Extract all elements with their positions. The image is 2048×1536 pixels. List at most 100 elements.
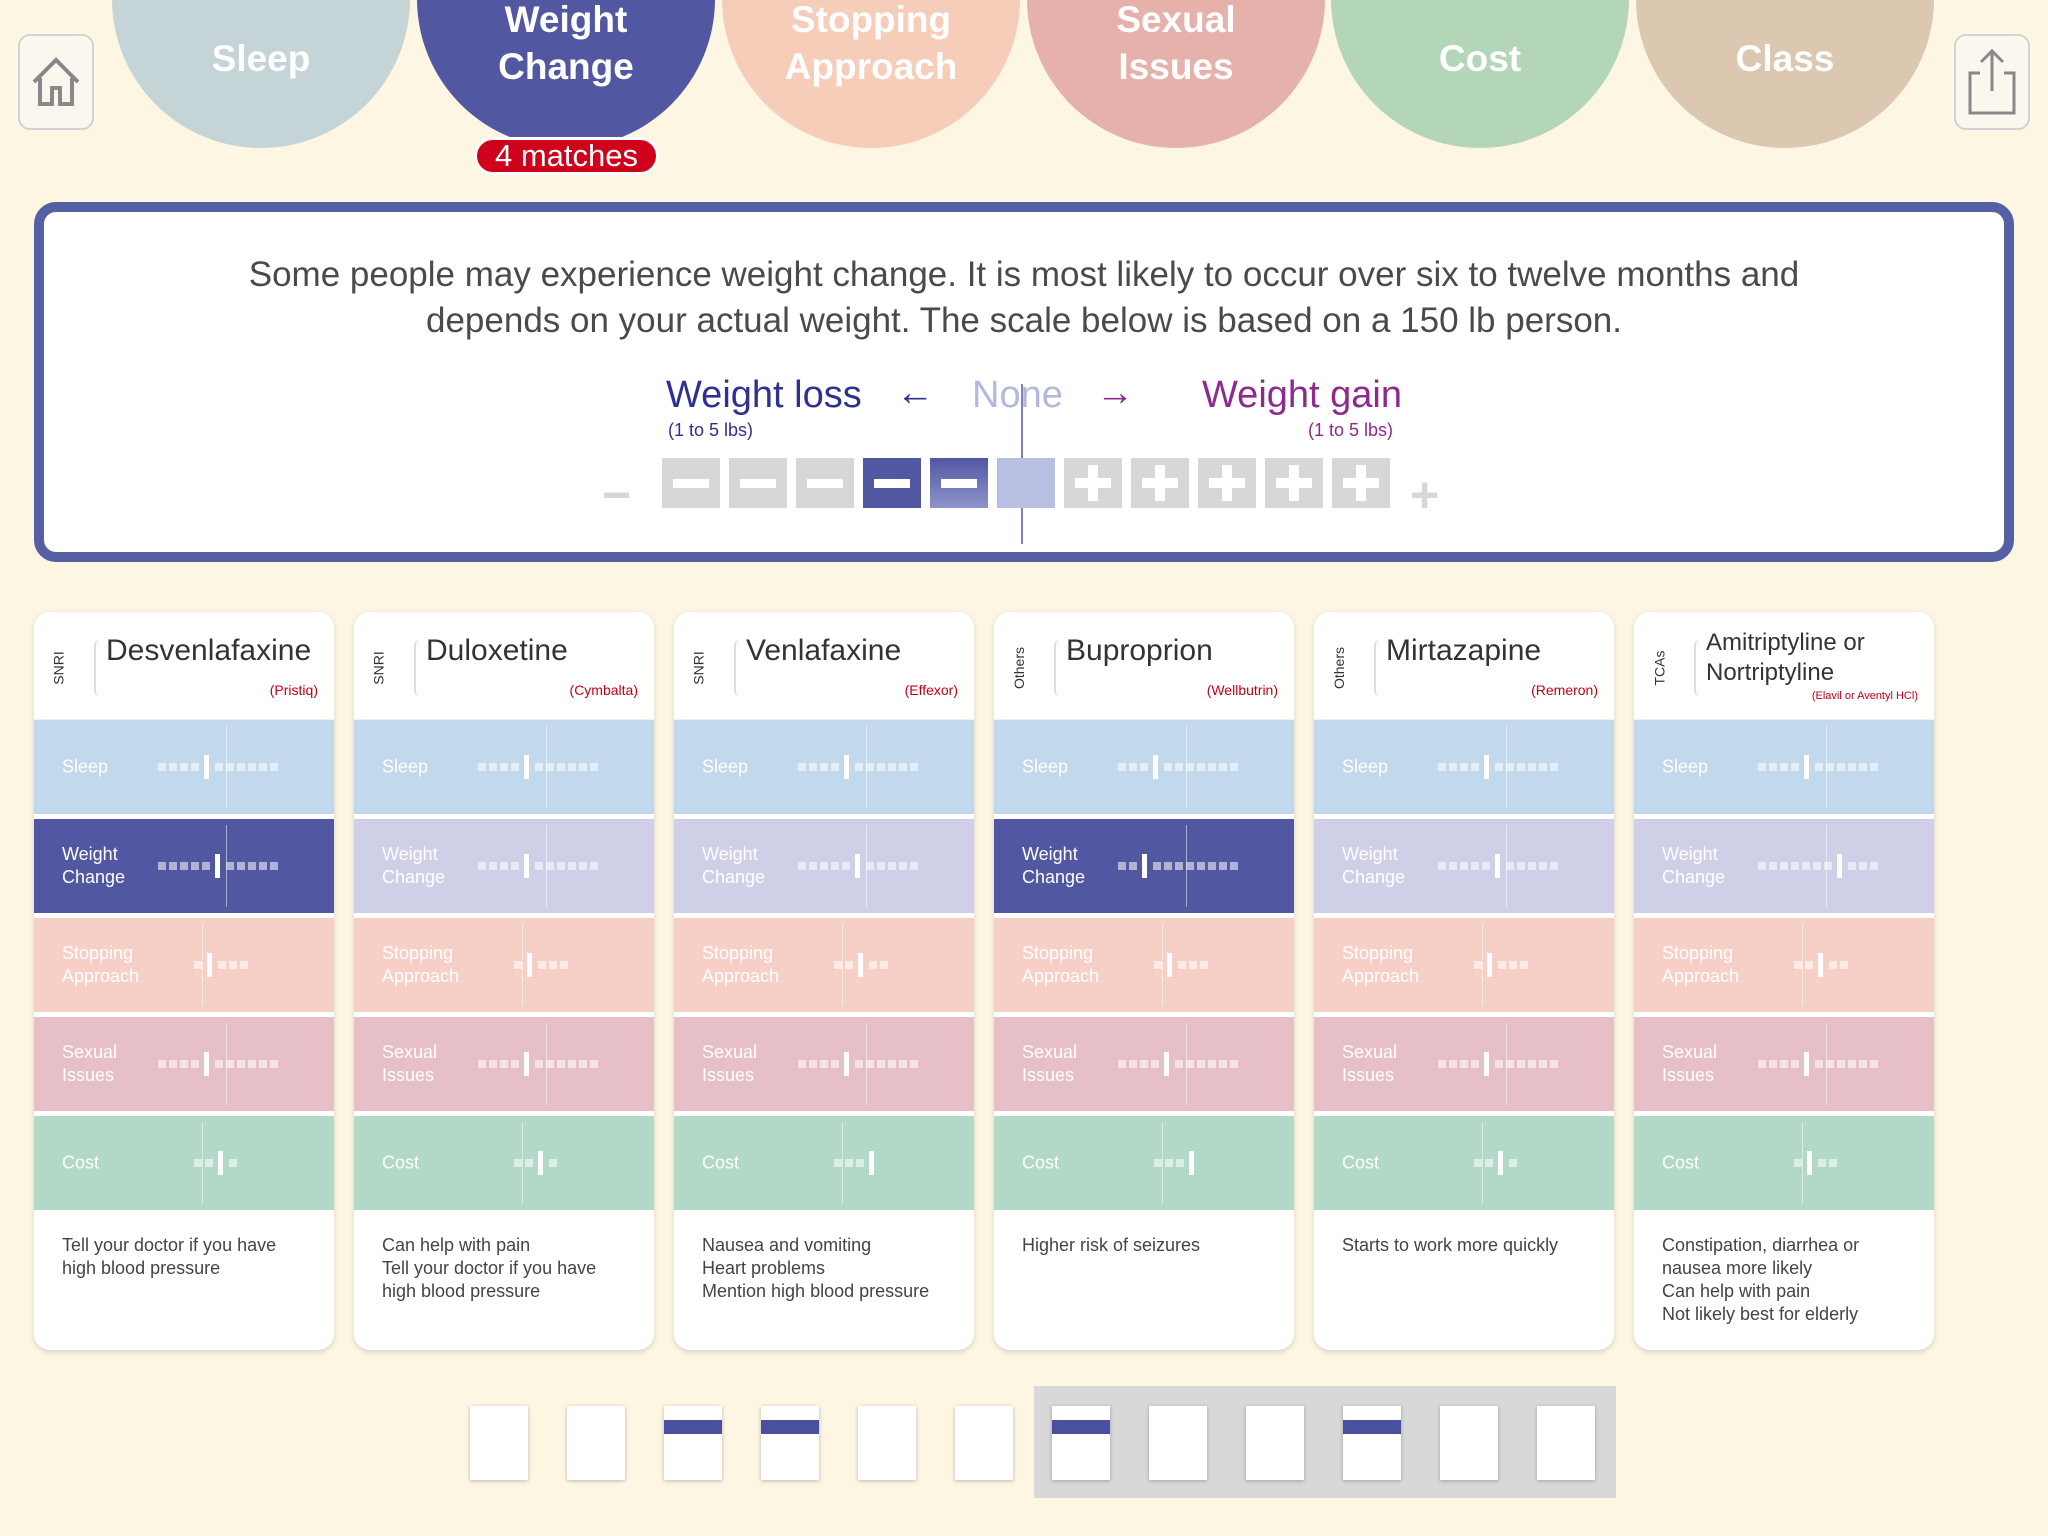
scale-dot (1474, 961, 1482, 969)
scale-dot (1528, 763, 1536, 771)
scale-marker (1818, 953, 1823, 977)
scale-dot (866, 862, 874, 870)
drug-class: SNRI (684, 638, 714, 698)
scale-center-line (1802, 924, 1803, 1006)
row-label-line1: Sexual (1022, 1042, 1078, 1062)
scale-dot (590, 1060, 598, 1068)
scale-dot (1438, 1060, 1446, 1068)
tab-sexual[interactable]: Sexual Issues (1027, 0, 1325, 148)
scale-marker (1167, 953, 1172, 977)
drug-card[interactable]: SNRI Desvenlafaxine (Pristiq) Sleep Weight Ch… (34, 612, 334, 1350)
tab-class[interactable]: Class (1636, 0, 1934, 148)
selector-slot[interactable] (1149, 1406, 1207, 1480)
scale-dot (1539, 862, 1547, 870)
scale-dot (1539, 763, 1547, 771)
slot-stripe (1343, 1420, 1401, 1434)
selector-slot[interactable] (567, 1406, 625, 1480)
scale-dot (549, 1159, 557, 1167)
mini-scale (1758, 1052, 1881, 1076)
scale-dot (910, 1060, 918, 1068)
tab-label-line2: Approach (784, 46, 958, 87)
drug-card[interactable]: SNRI Venlafaxine (Effexor) Sleep Weight Chang… (674, 612, 974, 1350)
selector-slot[interactable] (1440, 1406, 1498, 1480)
mini-scale (798, 755, 921, 779)
scale-dot (1859, 1060, 1867, 1068)
tab-stopping[interactable]: Stopping Approach (722, 0, 1020, 148)
brand-name: (Pristiq) (269, 682, 318, 698)
scale-dot (229, 1159, 237, 1167)
scale-dot (1449, 763, 1457, 771)
scale-dot (1178, 961, 1186, 969)
scale-center-line (866, 1023, 867, 1105)
scale-minus-box (796, 458, 854, 508)
card-note: Constipation, diarrhea or nausea more lik… (1662, 1234, 1914, 1326)
row-label: Cost (1342, 1152, 1379, 1175)
selector-slot[interactable] (1343, 1406, 1401, 1480)
scale-dot (1208, 1060, 1216, 1068)
selector-slot[interactable] (1537, 1406, 1595, 1480)
scale-center-line (202, 1122, 203, 1204)
selector-slot[interactable] (955, 1406, 1013, 1480)
right-arrow-icon: → (1096, 372, 1134, 414)
tab-cost[interactable]: Cost (1331, 0, 1629, 148)
row-label: Cost (1022, 1152, 1059, 1175)
scale-dot (180, 1060, 188, 1068)
scale-dot (1175, 763, 1183, 771)
drug-card[interactable]: TCAs Amitriptyline or Nortriptyline (Elavi… (1634, 612, 1934, 1350)
card-row-sexual: Sexual Issues (674, 1017, 974, 1111)
row-label-line1: Weight (1022, 844, 1078, 864)
scale-marker (1484, 755, 1489, 779)
mini-scale (1758, 854, 1881, 878)
scale-center-line (1162, 924, 1163, 1006)
drug-card[interactable]: Others Buproprion (Wellbutrin) Sleep Weight C… (994, 612, 1294, 1350)
selector-slot[interactable] (858, 1406, 916, 1480)
scale-dot (899, 862, 907, 870)
share-button[interactable] (1954, 34, 2030, 130)
scale-dot (226, 1060, 234, 1068)
selector-slot[interactable] (1052, 1406, 1110, 1480)
scale-center-line (1186, 825, 1187, 907)
card-row-weight: Weight Change (674, 819, 974, 913)
bracket-divider (414, 640, 422, 696)
scale-center-line (1482, 1122, 1483, 1204)
selector-slot[interactable] (1246, 1406, 1304, 1480)
scale-dot (1517, 862, 1525, 870)
scale-dot (1769, 862, 1777, 870)
plus-end-icon: + (1410, 467, 1440, 523)
scale-dot (489, 763, 497, 771)
row-label-line1: Sexual (1342, 1042, 1398, 1062)
selector-slot[interactable] (664, 1406, 722, 1480)
minus-icon (874, 478, 910, 488)
tab-weight[interactable]: Weight Change (417, 0, 715, 148)
note-line: nausea more likely (1662, 1258, 1813, 1278)
scale-dot (1506, 763, 1514, 771)
card-header: SNRI Desvenlafaxine (Pristiq) (34, 612, 334, 720)
card-row-sexual: Sexual Issues (1634, 1017, 1934, 1111)
scale-dot (191, 1060, 199, 1068)
scale-dot (1506, 862, 1514, 870)
selector-slot[interactable] (761, 1406, 819, 1480)
row-label: Sleep (1662, 756, 1708, 779)
scale-dot (191, 763, 199, 771)
scale-plus-box (1131, 458, 1189, 508)
scale-dot (1815, 763, 1823, 771)
minus-end-icon: − (602, 467, 632, 523)
minus-icon (941, 478, 977, 488)
scale-dot (1230, 862, 1238, 870)
note-line: Constipation, diarrhea or (1662, 1235, 1860, 1255)
drug-card[interactable]: Others Mirtazapine (Remeron) Sleep Weight Cha… (1314, 612, 1614, 1350)
left-arrow-icon: ← (896, 372, 934, 414)
scale-dot (1528, 1060, 1536, 1068)
card-row-cost: Cost (1634, 1116, 1934, 1210)
tab-sleep[interactable]: Sleep (112, 0, 410, 148)
row-label-line2: Approach (1022, 966, 1100, 986)
scale-dot (180, 763, 188, 771)
drug-card[interactable]: SNRI Duloxetine (Cymbalta) Sleep Weight Chang… (354, 612, 654, 1350)
selector-slot[interactable] (470, 1406, 528, 1480)
scale-dot (194, 961, 202, 969)
scale-dot (158, 862, 166, 870)
scale-center-line (546, 1023, 547, 1105)
home-button[interactable] (18, 34, 94, 130)
scale-center-line (1186, 1023, 1187, 1105)
scale-center-line (1186, 726, 1187, 808)
